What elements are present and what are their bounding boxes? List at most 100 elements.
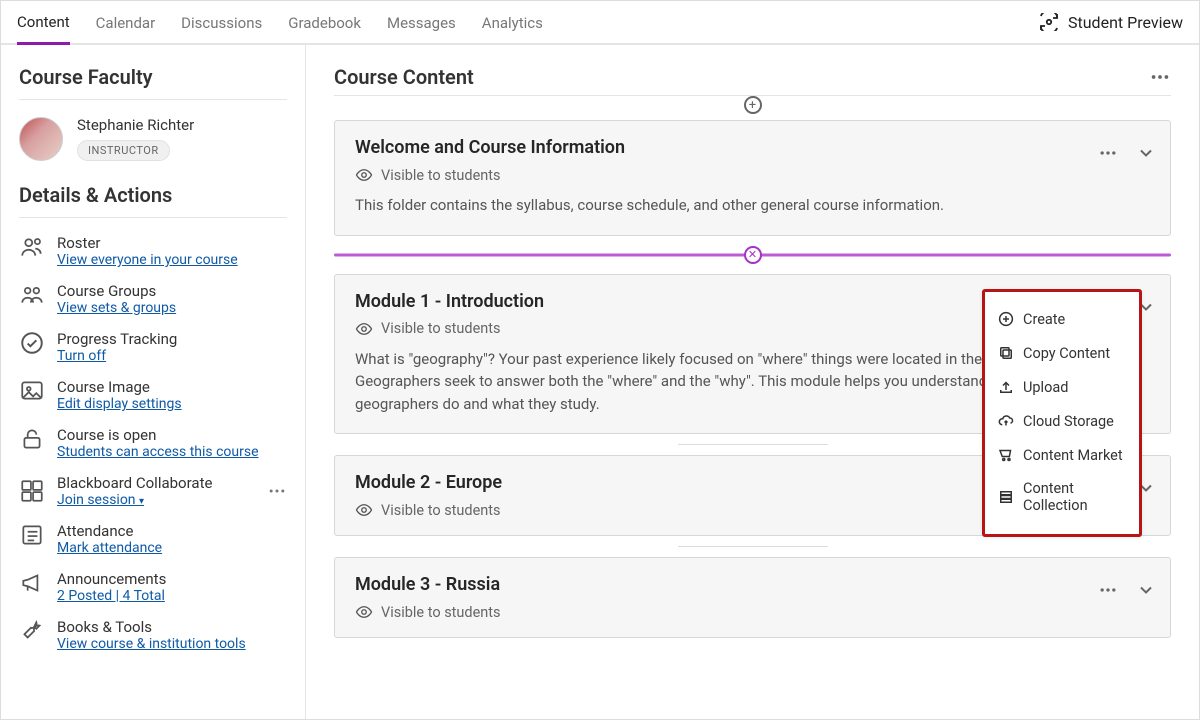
module-title: Welcome and Course Information bbox=[355, 137, 1106, 158]
sidebar-item-collaborate[interactable]: Blackboard Collaborate Join session ▾ bbox=[19, 474, 287, 508]
add-content-line-top: + bbox=[334, 96, 1171, 114]
student-preview-button[interactable]: Student Preview bbox=[1038, 1, 1183, 43]
people-icon bbox=[19, 234, 45, 260]
divider bbox=[19, 217, 287, 218]
visibility-row[interactable]: Visible to students bbox=[355, 166, 1106, 184]
module-title: Module 3 - Russia bbox=[355, 574, 1106, 595]
cloud-icon bbox=[997, 412, 1015, 430]
avatar bbox=[19, 117, 63, 161]
add-content-line-active: ✕ bbox=[334, 242, 1171, 268]
add-content-button[interactable]: + bbox=[744, 96, 762, 114]
menu-item-market[interactable]: Content Market bbox=[995, 438, 1129, 472]
open-link[interactable]: Students can access this course bbox=[57, 444, 259, 460]
roster-link[interactable]: View everyone in your course bbox=[57, 252, 238, 268]
visibility-label: Visible to students bbox=[381, 604, 501, 621]
menu-item-label: Content Collection bbox=[1023, 480, 1127, 514]
refresh-eye-icon bbox=[1038, 13, 1060, 31]
sidebar: Course Faculty Stephanie Richter INSTRUC… bbox=[1, 45, 306, 719]
roster-label: Roster bbox=[57, 234, 238, 252]
groups-label: Course Groups bbox=[57, 282, 176, 300]
sidebar-item-attendance[interactable]: Attendance Mark attendance bbox=[19, 522, 287, 556]
copy-icon bbox=[997, 344, 1015, 362]
sidebar-item-announcements[interactable]: Announcements 2 Posted | 4 Total bbox=[19, 570, 287, 604]
expand-chevron-icon[interactable] bbox=[1136, 580, 1156, 600]
menu-item-cloud[interactable]: Cloud Storage bbox=[995, 404, 1129, 438]
app-window: Content Calendar Discussions Gradebook M… bbox=[0, 0, 1200, 720]
megaphone-icon bbox=[19, 570, 45, 596]
sidebar-item-progress[interactable]: Progress Tracking Turn off bbox=[19, 330, 287, 364]
tab-gradebook[interactable]: Gradebook bbox=[288, 2, 361, 43]
page-title: Course Content bbox=[334, 65, 474, 89]
top-nav: Content Calendar Discussions Gradebook M… bbox=[1, 1, 1199, 45]
attendance-icon bbox=[19, 522, 45, 548]
details-actions-heading: Details & Actions bbox=[19, 183, 287, 207]
top-nav-tabs: Content Calendar Discussions Gradebook M… bbox=[17, 1, 543, 43]
visibility-label: Visible to students bbox=[381, 320, 501, 337]
module-more-icon[interactable] bbox=[1098, 143, 1118, 163]
tab-discussions[interactable]: Discussions bbox=[181, 2, 262, 43]
books-label: Books & Tools bbox=[57, 618, 246, 636]
plus-circle-icon bbox=[997, 310, 1015, 328]
unlock-icon bbox=[19, 426, 45, 452]
wrench-icon bbox=[19, 618, 45, 644]
divider bbox=[678, 546, 828, 547]
module-card-welcome[interactable]: Welcome and Course Information Visible t… bbox=[334, 120, 1171, 236]
tab-analytics[interactable]: Analytics bbox=[482, 2, 543, 43]
announcements-link[interactable]: 2 Posted | 4 Total bbox=[57, 588, 166, 604]
image-icon bbox=[19, 378, 45, 404]
collab-more-icon[interactable] bbox=[267, 481, 287, 501]
tab-content[interactable]: Content bbox=[17, 1, 70, 45]
menu-item-create[interactable]: Create bbox=[995, 302, 1129, 336]
module-card-russia[interactable]: Module 3 - Russia Visible to students bbox=[334, 557, 1171, 638]
chevron-down-icon: ▾ bbox=[139, 496, 144, 507]
visibility-label: Visible to students bbox=[381, 167, 501, 184]
menu-item-copy[interactable]: Copy Content bbox=[995, 336, 1129, 370]
menu-item-label: Cloud Storage bbox=[1023, 413, 1114, 430]
page-more-icon[interactable] bbox=[1149, 66, 1171, 88]
menu-item-label: Copy Content bbox=[1023, 345, 1110, 362]
expand-chevron-icon[interactable] bbox=[1136, 143, 1156, 163]
visibility-label: Visible to students bbox=[381, 502, 501, 519]
upload-icon bbox=[997, 378, 1015, 396]
progress-link[interactable]: Turn off bbox=[57, 348, 177, 364]
sidebar-item-groups[interactable]: Course Groups View sets & groups bbox=[19, 282, 287, 316]
tab-calendar[interactable]: Calendar bbox=[96, 2, 156, 43]
attendance-link[interactable]: Mark attendance bbox=[57, 540, 162, 556]
menu-item-collection[interactable]: Content Collection bbox=[995, 472, 1129, 522]
module-more-icon[interactable] bbox=[1098, 580, 1118, 600]
tab-messages[interactable]: Messages bbox=[387, 2, 456, 43]
groups-icon bbox=[19, 282, 45, 308]
menu-item-label: Content Market bbox=[1023, 447, 1123, 464]
open-label: Course is open bbox=[57, 426, 259, 444]
image-link[interactable]: Edit display settings bbox=[57, 396, 182, 412]
collab-label: Blackboard Collaborate bbox=[57, 474, 255, 492]
sidebar-item-open[interactable]: Course is open Students can access this … bbox=[19, 426, 287, 460]
main-content: Course Content + Welcome and Course Info… bbox=[306, 45, 1199, 719]
faculty-name: Stephanie Richter bbox=[77, 116, 194, 134]
attendance-label: Attendance bbox=[57, 522, 162, 540]
eye-icon bbox=[355, 603, 373, 621]
close-add-menu-button[interactable]: ✕ bbox=[744, 246, 762, 264]
menu-item-upload[interactable]: Upload bbox=[995, 370, 1129, 404]
image-label: Course Image bbox=[57, 378, 182, 396]
eye-icon bbox=[355, 501, 373, 519]
collaborate-icon bbox=[19, 478, 45, 504]
visibility-row[interactable]: Visible to students bbox=[355, 603, 1106, 621]
sidebar-item-books[interactable]: Books & Tools View course & institution … bbox=[19, 618, 287, 652]
collab-link[interactable]: Join session ▾ bbox=[57, 492, 255, 508]
eye-icon bbox=[355, 166, 373, 184]
announcements-label: Announcements bbox=[57, 570, 166, 588]
module-description: This folder contains the syllabus, cours… bbox=[355, 194, 1106, 217]
books-link[interactable]: View course & institution tools bbox=[57, 636, 246, 652]
check-circle-icon bbox=[19, 330, 45, 356]
menu-item-label: Create bbox=[1023, 311, 1065, 328]
eye-icon bbox=[355, 320, 373, 338]
student-preview-label: Student Preview bbox=[1068, 13, 1183, 32]
cart-icon bbox=[997, 446, 1015, 464]
sidebar-item-roster[interactable]: Roster View everyone in your course bbox=[19, 234, 287, 268]
module-separator bbox=[334, 546, 1171, 547]
menu-item-label: Upload bbox=[1023, 379, 1068, 396]
progress-label: Progress Tracking bbox=[57, 330, 177, 348]
groups-link[interactable]: View sets & groups bbox=[57, 300, 176, 316]
sidebar-item-image[interactable]: Course Image Edit display settings bbox=[19, 378, 287, 412]
